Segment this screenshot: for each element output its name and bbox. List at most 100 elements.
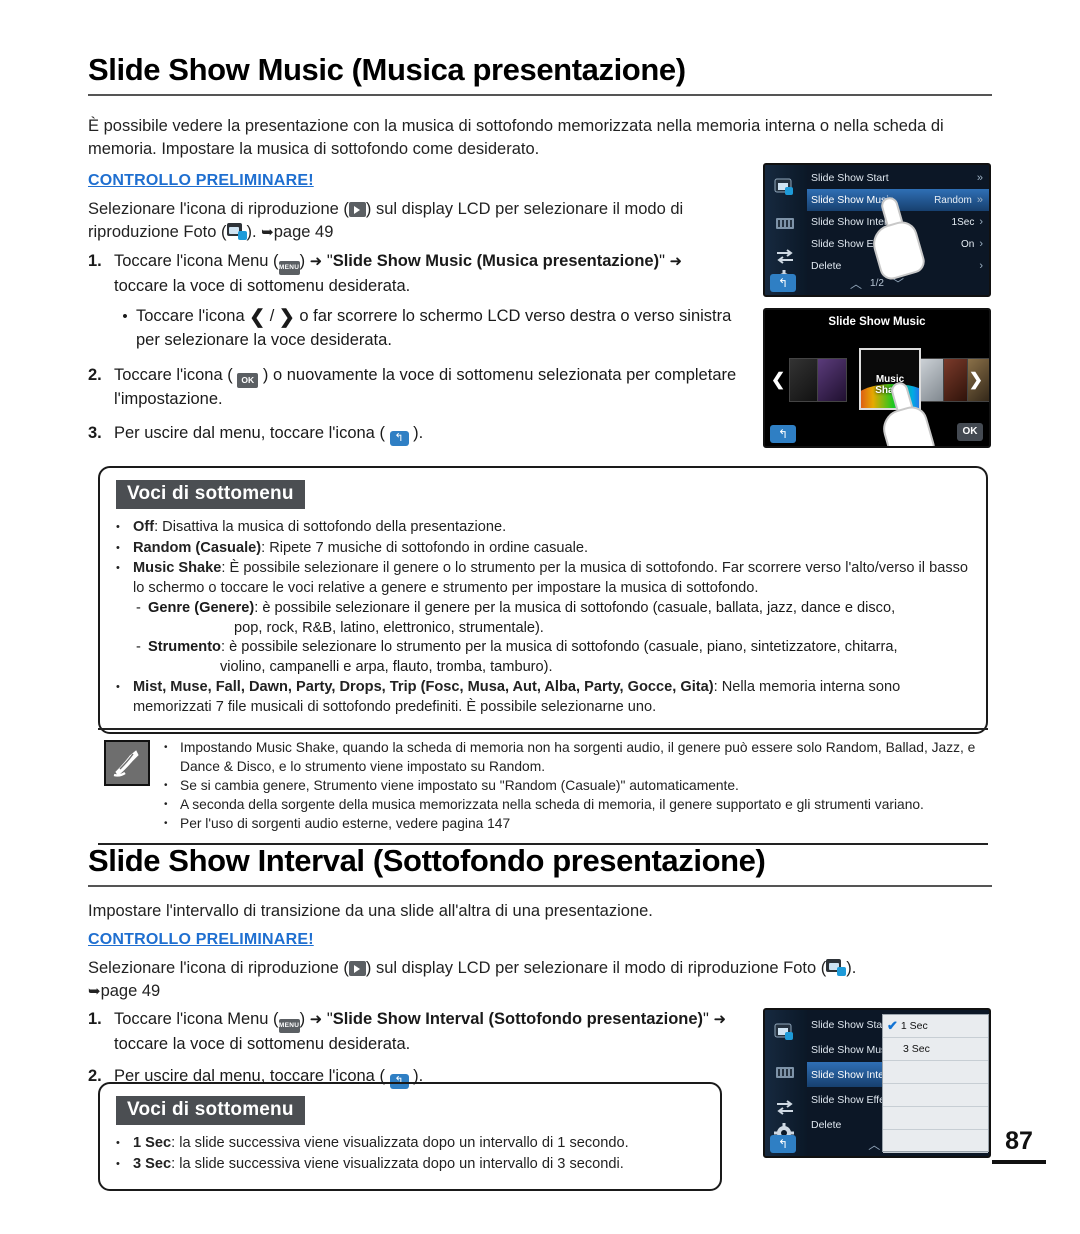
page-indicator: 1/2 <box>870 277 884 289</box>
dash-icon: - <box>136 639 141 655</box>
list-item: • Off: Disattiva la musica di sottofondo… <box>116 518 970 538</box>
interval-option-label: 3 Sec <box>903 1043 930 1055</box>
sub-item-desc: : è possibile selezionare il genere per … <box>254 600 896 616</box>
menu-row-value: 1Sec <box>951 216 975 228</box>
sub-item-term: Genre (Genere) <box>148 600 255 616</box>
list-item-text: Mist, Muse, Fall, Dawn, Party, Drops, Tr… <box>133 678 970 717</box>
album-thumb[interactable] <box>789 358 819 402</box>
step-3: 3. Per uscire dal menu, toccare l'icona … <box>88 422 738 446</box>
interval-option-3sec[interactable]: 3 Sec <box>883 1038 988 1061</box>
submenu-item-list: • Off: Disattiva la musica di sottofondo… <box>116 518 970 717</box>
section1-steps: 1. Toccare l'icona Menu (MENU) ➜ "Slide … <box>88 250 738 457</box>
lcd-screenshot-music: Slide Show Music Music Shake ❮ ❯ ↰ OK <box>763 308 991 448</box>
preliminare-text-c: ). <box>246 223 262 241</box>
section1-heading: Slide Show Music (Musica presentazione) <box>88 52 992 96</box>
section1-preliminare-label: CONTROLLO PRELIMINARE! <box>88 172 314 190</box>
preliminare-text-c: ). <box>846 959 857 977</box>
note-item-text: Impostando Music Shake, quando la scheda… <box>180 740 976 774</box>
scroll-up-icon[interactable]: ︿ <box>850 275 862 292</box>
lcd-music-title: Slide Show Music <box>828 316 926 328</box>
submenu-tag: Voci di sottomenu <box>116 480 305 509</box>
chevron-left-icon: ❮ <box>249 307 266 328</box>
submenu-tag: Voci di sottomenu <box>116 1096 305 1125</box>
album-thumb-selected[interactable]: Music Shake <box>859 348 921 410</box>
scroll-up-icon[interactable]: ︿ <box>868 1136 880 1153</box>
transfer-icon <box>773 245 797 267</box>
interval-option-1sec[interactable]: ✔ 1 Sec <box>883 1015 988 1038</box>
menu-row-slide-show-start[interactable]: Slide Show Start » <box>807 167 989 189</box>
album-label: Music Shake <box>875 374 905 396</box>
sub-list-item: - Genre (Genere): è possibile selezionar… <box>136 599 970 638</box>
chevron-right-icon: ❯ <box>278 307 295 328</box>
step-number: 2. <box>88 366 102 384</box>
list-item-term: Random (Casuale) <box>133 539 262 556</box>
bullet-icon: • <box>116 562 120 574</box>
list-item-term: 3 Sec <box>133 1155 172 1172</box>
note-list: • Impostando Music Shake, quando la sche… <box>164 738 988 833</box>
step-number: 1. <box>88 1010 102 1028</box>
interval-option-empty <box>883 1107 988 1130</box>
submenu-box-music: Voci di sottomenu • Off: Disattiva la mu… <box>98 466 988 734</box>
step-body: Toccare l'icona Menu (MENU) ➜ "Slide Sho… <box>114 250 738 352</box>
sub-list-item-text: Strumento: è possibile selezionare lo st… <box>148 638 970 677</box>
step-text-a: Toccare l'icona Menu ( <box>114 252 279 270</box>
step-2: 2. Toccare l'icona ( OK ) o nuovamente l… <box>88 364 738 411</box>
step-number: 3. <box>88 424 102 442</box>
back-button[interactable]: ↰ <box>770 425 796 443</box>
list-item-text: Music Shake: È possibile selezionare il … <box>133 559 970 598</box>
menu-icon: MENU <box>278 261 300 275</box>
next-arrow-icon[interactable]: ❯ <box>969 370 983 390</box>
substep-text-a: Toccare l'icona <box>136 307 250 325</box>
step-1: 1. Toccare l'icona Menu (MENU) ➜ "Slide … <box>88 250 738 352</box>
step-text-b: ) <box>299 1010 310 1028</box>
lcd-screenshot-menu: Slide Show Start » Slide Show Music Rand… <box>763 163 991 297</box>
sub-item-desc: : è possibile selezionare lo strumento p… <box>220 639 898 655</box>
list-item: • Random (Casuale): Ripete 7 musiche di … <box>116 539 970 559</box>
prev-arrow-icon[interactable]: ❮ <box>771 370 785 390</box>
step-bold-part: Slide Show Music (Musica presentazione) <box>332 252 660 270</box>
section2-heading: Slide Show Interval (Sottofondo presenta… <box>88 843 992 887</box>
list-item-sub: - Strumento: è possibile selezionare lo … <box>116 638 970 677</box>
list-item-desc: : Disattiva la musica di sottofondo dell… <box>154 519 507 535</box>
note-item-text: Se si cambia genere, Strumento viene imp… <box>180 778 739 793</box>
interval-option-empty <box>883 1084 988 1107</box>
submenu-item-list: • 1 Sec: la slide successiva viene visua… <box>116 1134 704 1174</box>
section2-preliminare-text: Selezionare l'icona di riproduzione () s… <box>88 957 986 1003</box>
sub-item-cont: pop, rock, R&B, latino, elettronico, str… <box>234 619 544 636</box>
step-text-b: ). <box>413 424 424 442</box>
list-item-desc: : Ripete 7 musiche di sottofondo in ordi… <box>261 539 589 556</box>
ok-button[interactable]: OK <box>957 423 983 441</box>
bullet-icon: • <box>164 742 168 753</box>
album-thumb[interactable] <box>817 358 847 402</box>
chevron-right-icon: » <box>976 194 983 206</box>
page-number: 87 <box>1005 1127 1033 1155</box>
note-box: • Impostando Music Shake, quando la sche… <box>98 728 988 845</box>
step-text-a: Toccare l'icona Menu ( <box>114 1010 279 1028</box>
list-item-text: 3 Sec: la slide successiva viene visuali… <box>133 1155 704 1175</box>
page-title: Slide Show Music (Musica presentazione) <box>88 52 686 87</box>
note-item: • Per l'uso di sorgenti audio esterne, v… <box>164 814 988 833</box>
step-body: Toccare l'icona Menu (MENU) ➜ "Slide Sho… <box>114 1010 727 1053</box>
bullet-icon: • <box>116 1157 120 1170</box>
step-text-a: Per uscire dal menu, toccare l'icona ( <box>114 424 385 442</box>
arrow-icon-2: ➜ <box>669 253 683 270</box>
photo-mode-icon <box>226 223 247 240</box>
bullet-icon: • <box>116 541 120 554</box>
back-button[interactable]: ↰ <box>770 1135 796 1153</box>
lcd-screenshot-interval: Slide Show Start Slide Show Music Slide … <box>763 1008 991 1158</box>
menu-row-label: Slide Show Interval <box>811 216 901 228</box>
transfer-icon <box>773 1096 797 1118</box>
interval-option-label: 1 Sec <box>900 1020 928 1032</box>
submenu-box-interval: Voci di sottomenu • 1 Sec: la slide succ… <box>98 1082 722 1191</box>
back-button[interactable]: ↰ <box>770 274 796 292</box>
list-item-desc: : È possibile selezionare il genere o lo… <box>133 560 969 596</box>
menu-row-value: Random <box>934 194 972 206</box>
menu-row-label: Slide Show Music <box>811 194 894 206</box>
back-icon: ↰ <box>389 431 409 446</box>
bullet-icon: • <box>122 308 128 325</box>
sub-item-term: Strumento <box>148 639 221 655</box>
step-text-a: Toccare l'icona ( <box>114 366 233 384</box>
interval-option-empty <box>883 1061 988 1084</box>
chevron-right-icon: » <box>976 172 983 184</box>
preliminare-text-a: Selezionare l'icona di riproduzione ( <box>88 959 349 977</box>
